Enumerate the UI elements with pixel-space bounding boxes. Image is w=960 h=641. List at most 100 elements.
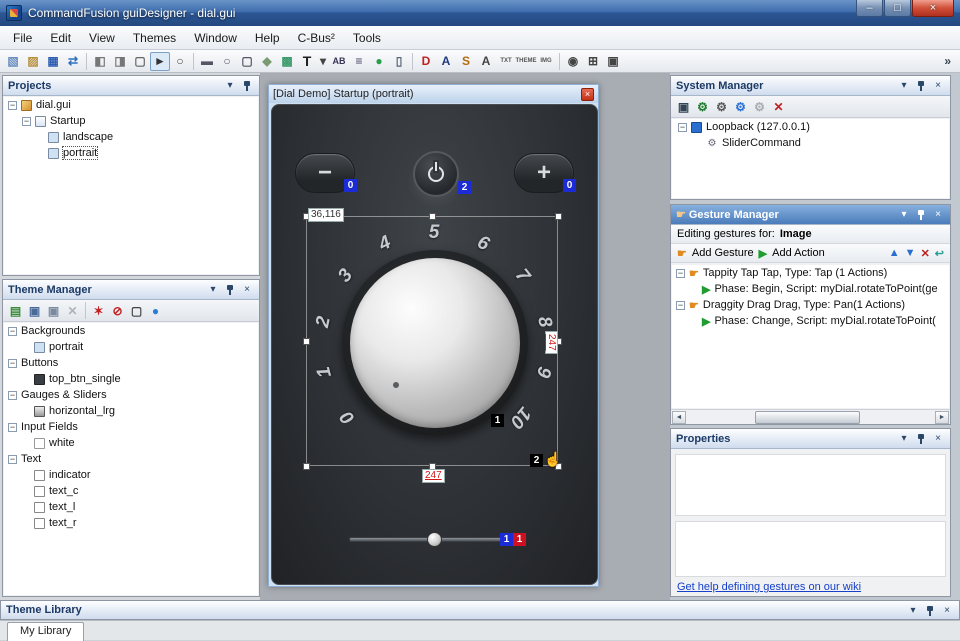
- gesture-phase-row[interactable]: ▶ Phase: Begin, Script: myDial.rotateToP…: [672, 281, 949, 297]
- tree-label[interactable]: Startup: [50, 115, 85, 127]
- tree-item[interactable]: horizontal_lrg: [4, 403, 258, 419]
- button-icon[interactable]: AB: [329, 52, 349, 71]
- tree-label[interactable]: landscape: [63, 131, 113, 143]
- scrollbar-thumb[interactable]: [755, 411, 860, 424]
- dock-icon[interactable]: ▣: [603, 52, 623, 71]
- menu-window[interactable]: Window: [185, 28, 246, 48]
- tree-label[interactable]: Buttons: [21, 357, 58, 369]
- globe-icon[interactable]: ●: [146, 302, 165, 320]
- tree-label[interactable]: Input Fields: [21, 421, 78, 433]
- menu-help[interactable]: Help: [246, 28, 289, 48]
- delete-icon[interactable]: ✕: [63, 302, 82, 320]
- expander-icon[interactable]: −: [676, 269, 685, 278]
- theme-icon[interactable]: THEME: [516, 52, 536, 71]
- menu-file[interactable]: File: [4, 28, 41, 48]
- expander-icon[interactable]: −: [8, 391, 17, 400]
- maximize-button[interactable]: □: [884, 0, 911, 17]
- add-gesture-button[interactable]: Add Gesture: [692, 247, 754, 259]
- close-icon[interactable]: ×: [240, 283, 254, 297]
- close-icon[interactable]: ×: [931, 79, 945, 93]
- tree-row-loopback[interactable]: − Loopback (127.0.0.1): [672, 119, 949, 135]
- pin-icon[interactable]: [923, 603, 937, 617]
- apply-theme-icon[interactable]: ▤: [6, 302, 25, 320]
- expander-icon[interactable]: −: [8, 101, 17, 110]
- move-down-icon[interactable]: ▼: [905, 247, 916, 259]
- commands-icon[interactable]: ⚙: [731, 98, 750, 116]
- add-system-icon[interactable]: ⚙: [693, 98, 712, 116]
- ellipse-icon[interactable]: ○: [217, 52, 237, 71]
- tree-label[interactable]: text_r: [49, 517, 77, 529]
- accent-text-icon[interactable]: A: [476, 52, 496, 71]
- rounded-rect-icon[interactable]: ▢: [237, 52, 257, 71]
- chevron-down-icon[interactable]: ▾: [897, 432, 911, 446]
- diamond-icon[interactable]: ◆: [257, 52, 277, 71]
- tree-label[interactable]: portrait: [49, 341, 83, 353]
- tree-label[interactable]: Backgrounds: [21, 325, 85, 337]
- tree-label[interactable]: white: [49, 437, 75, 449]
- menu-view[interactable]: View: [80, 28, 124, 48]
- tree-group-input-fields[interactable]: − Input Fields: [4, 419, 258, 435]
- expander-icon[interactable]: −: [678, 123, 687, 132]
- tree-item[interactable]: indicator: [4, 467, 258, 483]
- flash-icon[interactable]: ✶: [89, 302, 108, 320]
- panel-left-icon[interactable]: ◧: [90, 52, 110, 71]
- tree-item[interactable]: text_c: [4, 483, 258, 499]
- dynamic-text-icon[interactable]: D: [416, 52, 436, 71]
- line-icon[interactable]: ▬: [197, 52, 217, 71]
- txt-icon[interactable]: TXT: [496, 52, 516, 71]
- text-dropdown-icon[interactable]: ▾: [317, 52, 329, 71]
- expander-icon[interactable]: −: [8, 327, 17, 336]
- text-icon[interactable]: T: [297, 52, 317, 71]
- expander-icon[interactable]: −: [8, 359, 17, 368]
- canvas-title-bar[interactable]: [Dial Demo] Startup (portrait) ×: [269, 85, 598, 103]
- tree-label[interactable]: indicator: [49, 469, 91, 481]
- gesture-manager-header[interactable]: ☛ Gesture Manager ▾ ×: [671, 205, 950, 225]
- expander-icon[interactable]: −: [22, 117, 31, 126]
- tree-row-slidercommand[interactable]: ⚙ SliderCommand: [672, 135, 949, 151]
- theme-library-header[interactable]: Theme Library ▾ ×: [0, 600, 960, 620]
- minimize-button[interactable]: –: [856, 0, 883, 17]
- menu-tools[interactable]: Tools: [344, 28, 390, 48]
- power-button[interactable]: [413, 151, 459, 197]
- save-icon[interactable]: ▦: [43, 52, 63, 71]
- expander-icon[interactable]: −: [676, 301, 685, 310]
- tree-label[interactable]: text_c: [49, 485, 78, 497]
- system-monitor-icon[interactable]: ▣: [674, 98, 693, 116]
- panel-right-icon[interactable]: ◨: [110, 52, 130, 71]
- gesture-row[interactable]: − ☛ Tappity Tap Tap, Type: Tap (1 Action…: [672, 265, 949, 281]
- title-bar[interactable]: CommandFusion guiDesigner - dial.gui – □…: [0, 0, 960, 26]
- sphere-icon[interactable]: ●: [369, 52, 389, 71]
- tree-label[interactable]: SliderCommand: [722, 137, 801, 149]
- expander-icon[interactable]: −: [8, 423, 17, 432]
- horizontal-scrollbar[interactable]: ◄ ►: [671, 409, 950, 424]
- tree-label[interactable]: Gauges & Sliders: [21, 389, 107, 401]
- move-up-icon[interactable]: ▲: [889, 247, 900, 259]
- system-manager-header[interactable]: System Manager ▾ ×: [671, 76, 950, 96]
- selection-handle[interactable]: [429, 213, 436, 220]
- tree-label[interactable]: top_btn_single: [49, 373, 121, 385]
- selection-handle[interactable]: [303, 463, 310, 470]
- menu-cbus[interactable]: C-Bus²: [289, 28, 344, 48]
- new-project-icon[interactable]: ▧: [3, 52, 23, 71]
- chevron-down-icon[interactable]: ▾: [206, 283, 220, 297]
- zoom-icon[interactable]: ○: [170, 52, 190, 71]
- rounded-rect-icon[interactable]: ▢: [127, 302, 146, 320]
- menu-edit[interactable]: Edit: [41, 28, 80, 48]
- image-icon[interactable]: ▩: [277, 52, 297, 71]
- tree-label[interactable]: text_l: [49, 501, 75, 513]
- pin-icon[interactable]: [240, 79, 254, 93]
- tree-item[interactable]: top_btn_single: [4, 371, 258, 387]
- gauge-icon[interactable]: ▯: [389, 52, 409, 71]
- gesture-phase-row[interactable]: ▶ Phase: Change, Script: myDial.rotateTo…: [672, 313, 949, 329]
- ascii-art-icon[interactable]: A: [436, 52, 456, 71]
- gesture-label[interactable]: Tappity Tap Tap, Type: Tap (1 Actions): [703, 267, 887, 279]
- properties-header[interactable]: Properties ▾ ×: [671, 429, 950, 449]
- copy-icon[interactable]: ▣: [25, 302, 44, 320]
- list-icon[interactable]: ≡: [349, 52, 369, 71]
- selection-handle[interactable]: [555, 213, 562, 220]
- chevron-down-icon[interactable]: ▾: [897, 208, 911, 222]
- gesture-label[interactable]: Draggity Drag Drag, Type: Pan(1 Actions): [703, 299, 905, 311]
- close-icon[interactable]: ×: [931, 208, 945, 222]
- tree-label[interactable]: dial.gui: [36, 99, 71, 111]
- expander-icon[interactable]: −: [8, 455, 17, 464]
